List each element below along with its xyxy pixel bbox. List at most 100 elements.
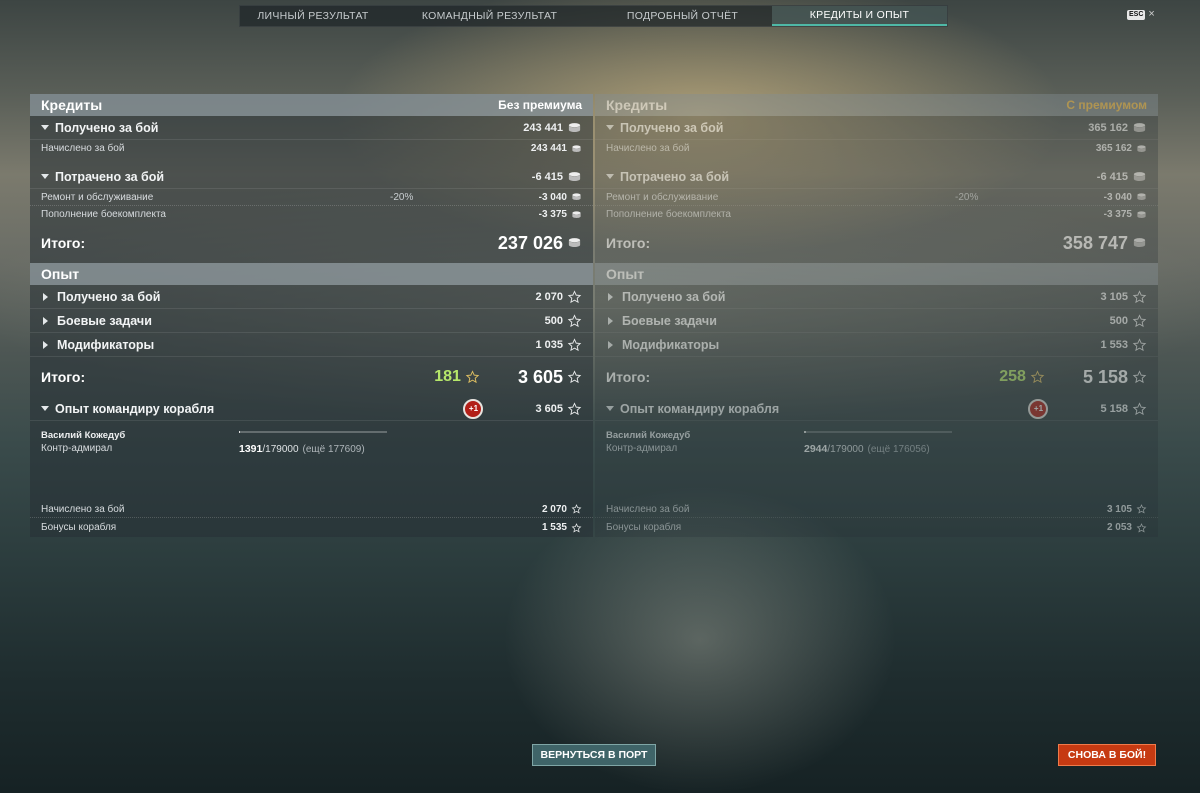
credits-total-label: Итого: bbox=[606, 235, 651, 251]
ship-bonus-label: Бонусы корабля bbox=[606, 522, 682, 533]
modifiers-label: Модификаторы bbox=[57, 337, 155, 352]
credits-total-value: 237 026 bbox=[497, 232, 563, 253]
battle-again-button[interactable]: СНОВА В БОЙ! bbox=[1058, 744, 1156, 766]
star-outline-icon bbox=[1132, 401, 1147, 415]
ship-bonus-row: Бонусы корабля 1 535 bbox=[30, 518, 593, 537]
xp-total-label: Итого: bbox=[606, 369, 651, 385]
esc-key-icon: ESC bbox=[1127, 9, 1146, 20]
ammo-value: -3 375 bbox=[1103, 209, 1132, 220]
expand-arrow-icon bbox=[43, 340, 48, 349]
xp-total-label: Итого: bbox=[41, 369, 86, 385]
credits-total-row: Итого: 237 026 bbox=[30, 223, 593, 263]
tab-detailed-report[interactable]: ПОДРОБНЫЙ ОТЧЁТ bbox=[593, 6, 772, 26]
repair-value: -3 040 bbox=[538, 191, 567, 203]
skill-point-badge: +1 bbox=[1028, 398, 1049, 419]
credits-spent-row[interactable]: Потрачено за бой -6 415 bbox=[595, 165, 1158, 189]
credits-spent-value: -6 415 bbox=[1096, 170, 1128, 183]
ammo-row: Пополнение боекомплекта -3 375 bbox=[595, 206, 1158, 223]
panel-without-premium: Кредиты Без премиума Получено за бой 243… bbox=[30, 94, 593, 537]
tab-credits-and-xp[interactable]: КРЕДИТЫ И ОПЫТ bbox=[772, 6, 947, 26]
ship-bonus-label: Бонусы корабля bbox=[41, 522, 117, 533]
return-to-port-button[interactable]: ВЕРНУТЬСЯ В ПОРТ bbox=[532, 744, 656, 766]
xp-earned-label: Получено за бой bbox=[57, 289, 161, 304]
credits-accrued-row: Начислено за бой 365 162 bbox=[595, 140, 1158, 157]
commander-progress-bar bbox=[239, 431, 387, 433]
credits-header: Кредиты Без премиума bbox=[30, 94, 593, 116]
credits-accrued-value: 243 441 bbox=[530, 143, 567, 154]
commander-name: Василий Кожедуб bbox=[606, 430, 691, 441]
credits-coin-icon bbox=[568, 122, 581, 132]
modifiers-value: 1 035 bbox=[535, 338, 563, 351]
star-outline-icon bbox=[567, 289, 582, 303]
credits-total-label: Итого: bbox=[41, 235, 86, 251]
commander-xp-row[interactable]: Опыт командиру корабля +1 5 158 bbox=[595, 397, 1158, 421]
ammo-value: -3 375 bbox=[538, 209, 567, 220]
credits-accrued-label: Начислено за бой bbox=[606, 143, 690, 154]
credits-earned-row[interactable]: Получено за бой 243 441 bbox=[30, 116, 593, 140]
xp-title: Опыт bbox=[41, 266, 80, 282]
cmd-accrued-value: 3 105 bbox=[1106, 503, 1132, 515]
commander-xp-remaining: (ещё 176056) bbox=[867, 444, 930, 455]
repair-label: Ремонт и обслуживание bbox=[41, 191, 154, 203]
cmd-accrued-value: 2 070 bbox=[541, 503, 567, 515]
commander-xp-max: /179000 bbox=[827, 444, 864, 455]
star-outline-icon bbox=[1136, 522, 1147, 532]
commander-rank: Контр-адмирал bbox=[41, 443, 113, 454]
combat-tasks-row[interactable]: Боевые задачи 500 bbox=[30, 309, 593, 333]
combat-tasks-value: 500 bbox=[544, 314, 563, 327]
credits-earned-row[interactable]: Получено за бой 365 162 bbox=[595, 116, 1158, 140]
commander-progress-text: 2944/179000 (ещё 176056) bbox=[804, 443, 930, 455]
xp-total-row: Итого: 181 3 605 bbox=[30, 357, 593, 397]
tab-personal-result[interactable]: ЛИЧНЫЙ РЕЗУЛЬТАТ bbox=[240, 6, 386, 26]
credits-accrued-row: Начислено за бой 243 441 bbox=[30, 140, 593, 157]
xp-earned-row[interactable]: Получено за бой 3 105 bbox=[595, 285, 1158, 309]
star-outline-icon bbox=[571, 504, 582, 514]
xp-earned-value: 2 070 bbox=[535, 290, 563, 303]
tab-team-result[interactable]: КОМАНДНЫЙ РЕЗУЛЬТАТ bbox=[386, 6, 593, 26]
xp-header: Опыт bbox=[595, 263, 1158, 285]
credits-total-row: Итого: 358 747 bbox=[595, 223, 1158, 263]
collapse-arrow-icon bbox=[606, 406, 614, 411]
commander-xp-label: Опыт командиру корабля bbox=[620, 401, 780, 416]
credits-accrued-value: 365 162 bbox=[1095, 143, 1132, 154]
commander-progress-fill bbox=[239, 431, 241, 433]
credits-coin-icon bbox=[1133, 238, 1146, 248]
combat-tasks-label: Боевые задачи bbox=[622, 313, 717, 328]
credits-header: Кредиты С премиумом bbox=[595, 94, 1158, 116]
commander-info: Василий Кожедуб Контр-адмирал 2944/17900… bbox=[595, 421, 1158, 501]
ammo-label: Пополнение боекомплекта bbox=[41, 209, 166, 220]
credits-earned-value: 243 441 bbox=[523, 121, 563, 134]
xp-earned-row[interactable]: Получено за бой 2 070 bbox=[30, 285, 593, 309]
credits-coin-icon bbox=[568, 238, 581, 248]
combat-tasks-row[interactable]: Боевые задачи 500 bbox=[595, 309, 1158, 333]
xp-total-row: Итого: 258 5 158 bbox=[595, 357, 1158, 397]
free-xp-star-icon bbox=[1030, 370, 1045, 384]
star-outline-icon bbox=[567, 313, 582, 327]
credits-coin-icon bbox=[1137, 144, 1146, 152]
commander-xp-value: 3 605 bbox=[535, 402, 563, 415]
star-outline-icon bbox=[1132, 370, 1147, 384]
close-icon: × bbox=[1148, 8, 1155, 20]
modifiers-row[interactable]: Модификаторы 1 553 bbox=[595, 333, 1158, 357]
credits-coin-icon bbox=[1137, 193, 1146, 200]
repair-row: Ремонт и обслуживание -20% -3 040 bbox=[30, 189, 593, 206]
star-outline-icon bbox=[567, 337, 582, 351]
credits-spent-value: -6 415 bbox=[531, 170, 563, 183]
credits-coin-icon bbox=[568, 171, 581, 181]
xp-earned-label: Получено за бой bbox=[622, 289, 726, 304]
ship-bonus-value: 1 535 bbox=[541, 522, 567, 533]
commander-xp-row[interactable]: Опыт командиру корабля +1 3 605 bbox=[30, 397, 593, 421]
expand-arrow-icon bbox=[43, 316, 48, 325]
credits-earned-label: Получено за бой bbox=[620, 120, 724, 135]
collapse-arrow-icon bbox=[606, 125, 614, 130]
star-outline-icon bbox=[1132, 313, 1147, 327]
esc-close-button[interactable]: ESC × bbox=[1127, 9, 1155, 20]
modifiers-row[interactable]: Модификаторы 1 035 bbox=[30, 333, 593, 357]
skill-point-badge: +1 bbox=[463, 398, 484, 419]
credits-coin-icon bbox=[572, 210, 581, 218]
credits-spent-row[interactable]: Потрачено за бой -6 415 bbox=[30, 165, 593, 189]
collapse-arrow-icon bbox=[41, 406, 49, 411]
collapse-arrow-icon bbox=[41, 125, 49, 130]
credits-coin-icon bbox=[572, 193, 581, 200]
ammo-label: Пополнение боекомплекта bbox=[606, 209, 731, 220]
